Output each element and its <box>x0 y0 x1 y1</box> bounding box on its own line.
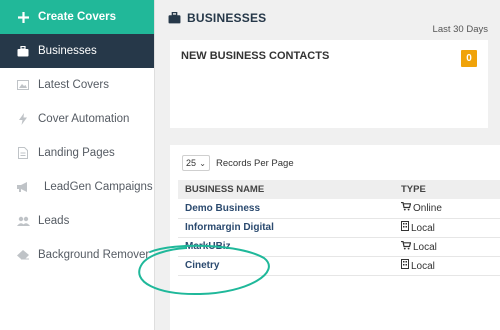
sidebar-item-landing-pages[interactable]: Landing Pages <box>0 136 154 170</box>
column-header-business-name[interactable]: BUSINESS NAME <box>178 180 394 199</box>
sidebar-item-leads[interactable]: Leads <box>0 204 154 238</box>
column-header-type[interactable]: TYPE <box>394 180 500 199</box>
business-name-link[interactable]: Informargin Digital <box>178 218 394 238</box>
business-type-cell: Local <box>394 256 500 276</box>
business-type-label: Local <box>413 241 437 253</box>
count-badge: 0 <box>461 50 477 67</box>
records-per-page-control: 25 ⌄ Records Per Page <box>182 155 294 171</box>
table-row[interactable]: Demo Business Online <box>178 199 500 219</box>
sidebar-item-label: Businesses <box>38 45 97 57</box>
card-title: NEW BUSINESS CONTACTS <box>181 50 330 62</box>
sidebar-item-label: Background Remover <box>38 249 150 261</box>
business-type-label: Online <box>413 203 442 215</box>
image-icon <box>16 78 30 92</box>
sidebar-item-label: Landing Pages <box>38 147 115 159</box>
sidebar-item-label: Create Covers <box>38 11 116 23</box>
sidebar-item-leadgen-campaigns[interactable]: LeadGen Campaigns <box>0 170 154 204</box>
sidebar-item-label: Cover Automation <box>38 113 130 125</box>
business-type-cell: Local <box>394 237 500 257</box>
business-name-link[interactable]: Cinetry <box>178 256 394 276</box>
sidebar-item-background-remover[interactable]: Background Remover <box>0 238 154 272</box>
sidebar: Create Covers Businesses Latest Covers C… <box>0 0 155 330</box>
sidebar-item-label: LeadGen Campaigns <box>44 181 153 193</box>
business-name-link[interactable]: Demo Business <box>178 199 394 219</box>
bolt-icon <box>16 112 30 126</box>
bullhorn-icon <box>16 180 30 194</box>
chevron-down-icon: ⌄ <box>199 158 206 168</box>
new-business-contacts-card: NEW BUSINESS CONTACTS 0 <box>170 40 488 128</box>
page-title: BUSINESSES <box>187 11 267 25</box>
business-type-label: Local <box>411 261 435 272</box>
business-name-link[interactable]: MarkUBiz <box>178 237 394 257</box>
briefcase-icon <box>168 12 181 24</box>
sidebar-item-latest-covers[interactable]: Latest Covers <box>0 68 154 102</box>
file-icon <box>16 146 30 160</box>
sidebar-item-cover-automation[interactable]: Cover Automation <box>0 102 154 136</box>
table-row[interactable]: MarkUBiz Local <box>178 237 500 257</box>
businesses-table: BUSINESS NAME TYPE Demo Business Online … <box>178 180 500 276</box>
eraser-icon <box>16 248 30 262</box>
records-per-page-label: Records Per Page <box>216 157 294 169</box>
period-label: Last 30 Days <box>432 24 488 35</box>
plus-icon <box>16 10 30 24</box>
building-icon <box>401 221 409 233</box>
select-value: 25 <box>186 158 197 168</box>
records-per-page-select[interactable]: 25 ⌄ <box>182 155 210 171</box>
business-type-cell: Local <box>394 218 500 238</box>
building-icon <box>401 259 409 271</box>
cart-icon <box>401 240 412 252</box>
table-row[interactable]: Cinetry Local <box>178 256 500 276</box>
businesses-panel: 25 ⌄ Records Per Page BUSINESS NAME TYPE… <box>170 145 500 330</box>
briefcase-icon <box>16 44 30 58</box>
business-type-cell: Online <box>394 199 500 219</box>
table-row[interactable]: Informargin Digital Local <box>178 218 500 238</box>
sidebar-item-create-covers[interactable]: Create Covers <box>0 0 154 34</box>
sidebar-item-businesses[interactable]: Businesses <box>0 34 154 68</box>
sidebar-item-label: Latest Covers <box>38 79 109 91</box>
cart-icon <box>401 202 412 213</box>
users-icon <box>16 214 30 228</box>
business-type-label: Local <box>411 223 435 234</box>
sidebar-item-label: Leads <box>38 215 70 227</box>
table-header-row: BUSINESS NAME TYPE <box>178 180 500 199</box>
